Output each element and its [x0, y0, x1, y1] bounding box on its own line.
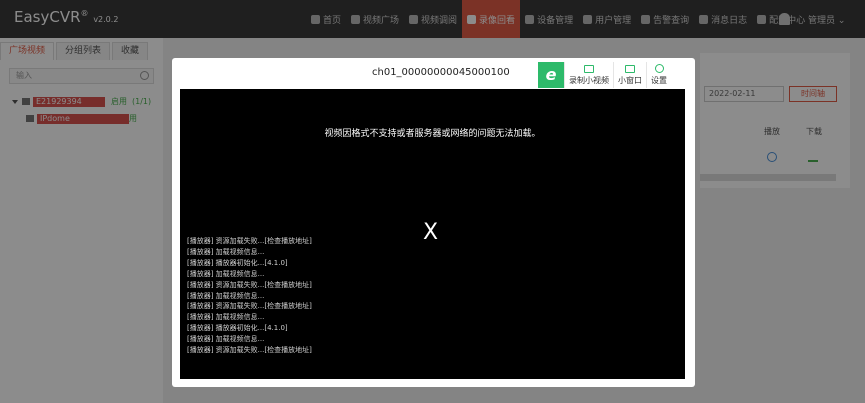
record-clip-button[interactable]: 录制小视频 [564, 62, 613, 88]
player-log: [播放器] 资源加载失败...[检查播放地址] [播放器] 加载视频信息... [播… [187, 236, 312, 356]
log-line: [播放器] 资源加载失败...[检查播放地址] [187, 346, 312, 355]
video-player-modal: ch01_00000000045000100 e 录制小视频 小窗口 设置 视频… [172, 58, 695, 387]
mini-window-icon [625, 64, 635, 73]
log-line: [播放器] 播放器初始化...[4.1.0] [187, 324, 288, 333]
video-area[interactable]: 视频因格式不支持或者服务器或网络的问题无法加载。 X [播放器] 资源加载失败.… [180, 89, 685, 379]
log-line: [播放器] 加载视频信息... [187, 269, 265, 278]
mini-window-button[interactable]: 小窗口 [613, 62, 646, 88]
player-logo: e [538, 62, 564, 88]
close-icon[interactable]: X [423, 220, 438, 245]
gear-icon [654, 64, 664, 73]
log-line: [播放器] 加载视频信息... [187, 335, 265, 344]
log-line: [播放器] 播放器初始化...[4.1.0] [187, 258, 288, 267]
log-line: [播放器] 加载视频信息... [187, 247, 265, 256]
player-toolbar: e 录制小视频 小窗口 设置 [538, 62, 671, 88]
log-line: [播放器] 资源加载失败...[检查播放地址] [187, 280, 312, 289]
tool-label: 录制小视频 [569, 75, 609, 85]
tool-label: 小窗口 [618, 75, 642, 85]
settings-button[interactable]: 设置 [646, 62, 671, 88]
log-line: [播放器] 资源加载失败...[检查播放地址] [187, 237, 312, 245]
tool-label: 设置 [651, 76, 667, 85]
error-message: 视频因格式不支持或者服务器或网络的问题无法加载。 [324, 129, 541, 139]
modal-title: ch01_00000000045000100 [372, 67, 510, 78]
log-line: [播放器] 加载视频信息... [187, 291, 265, 300]
log-line: [播放器] 资源加载失败...[检查播放地址] [187, 302, 312, 311]
record-icon [584, 64, 594, 73]
log-line: [播放器] 加载视频信息... [187, 313, 265, 322]
